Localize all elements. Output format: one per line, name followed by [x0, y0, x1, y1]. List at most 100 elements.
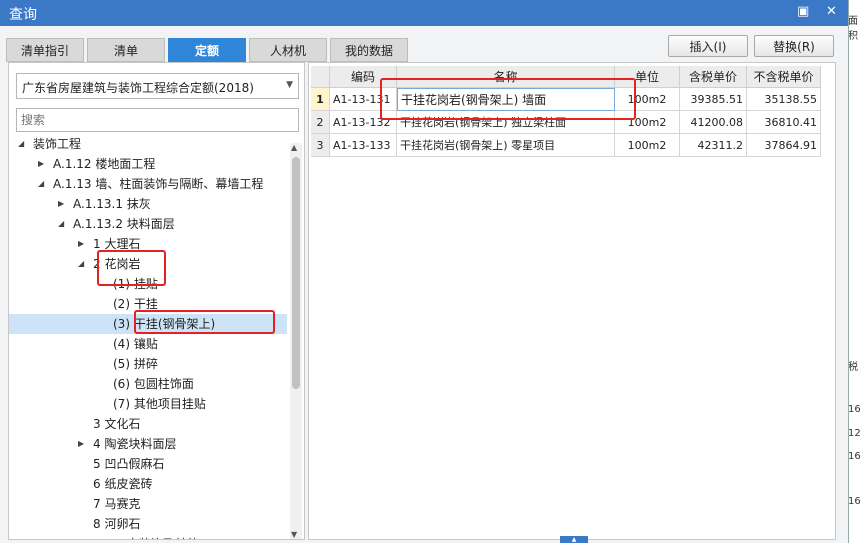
- tree-node-label: 1 大理石: [93, 237, 141, 251]
- tab-labor-material-machine[interactable]: 人材机: [249, 38, 327, 62]
- cell-price-tax[interactable]: 41200.08: [680, 111, 747, 134]
- cell-name[interactable]: 干挂花岗岩(钢骨架上) 零星项目: [397, 134, 615, 157]
- tree-node-label: 4 陶瓷块料面层: [93, 437, 177, 451]
- cell-price-notax[interactable]: 35138.55: [747, 88, 821, 111]
- tree-node-label: 7 马赛克: [93, 497, 141, 511]
- tree-node[interactable]: ◢ A.1.13 墙、柱面装饰与隔断、幕墙工程: [9, 174, 287, 194]
- tree-node-label: (1) 挂贴: [113, 277, 158, 291]
- collapse-arrow-icon[interactable]: ▶: [78, 434, 84, 454]
- tree-node-label: 装饰工程: [33, 137, 82, 151]
- tree-node[interactable]: ◢ A.1.13.2 块料面层: [9, 214, 287, 234]
- scrollbar-thumb[interactable]: [292, 157, 300, 389]
- tree-node[interactable]: ◢ A.1.13.3 木装饰及其他: [9, 534, 287, 539]
- tree-node[interactable]: ▶ A.1.12 楼地面工程: [9, 154, 287, 174]
- tree-node-label: (4) 镶贴: [113, 337, 158, 351]
- library-select[interactable]: 广东省房屋建筑与装饰工程综合定额(2018) ▼: [16, 73, 299, 99]
- tree-node-label: (6) 包圆柱饰面: [113, 377, 194, 391]
- tree-node[interactable]: 3 文化石: [9, 414, 287, 434]
- search-input[interactable]: [16, 108, 299, 132]
- expand-arrow-icon[interactable]: ◢: [78, 254, 84, 274]
- column-header-name[interactable]: 名称: [397, 66, 615, 88]
- background-col-header: 税: [848, 362, 858, 373]
- expand-arrow-icon[interactable]: ◢: [58, 214, 64, 234]
- background-cell: 16: [848, 451, 861, 462]
- collapse-arrow-icon[interactable]: ▶: [58, 194, 64, 214]
- quota-tree: ◢ 装饰工程 ▶ A.1.12 楼地面工程 ◢ A.1.13 墙、柱面装饰与隔断、幕墙工程…: [9, 134, 289, 539]
- replace-button[interactable]: 替换(R): [754, 35, 834, 57]
- tree-node[interactable]: 7 马赛克: [9, 494, 287, 514]
- cell-price-notax[interactable]: 36810.41: [747, 111, 821, 134]
- background-cell: 12: [848, 428, 861, 439]
- column-header-price-tax[interactable]: 含税单价: [680, 66, 747, 88]
- cell-name[interactable]: 干挂花岗岩(钢骨架上) 墙面: [397, 88, 615, 111]
- tree-node-label: (7) 其他项目挂贴: [113, 397, 206, 411]
- tree-node-label: (2) 干挂: [113, 297, 158, 311]
- tab-bill-guide[interactable]: 清单指引: [6, 38, 84, 62]
- row-number[interactable]: 1: [311, 88, 330, 111]
- tree-node-label: 3 文化石: [93, 417, 141, 431]
- tree-node[interactable]: ▶ 4 陶瓷块料面层: [9, 434, 287, 454]
- cell-unit[interactable]: 100m2: [615, 88, 680, 111]
- tab-my-data[interactable]: 我的数据: [330, 38, 408, 62]
- tree-node-label: 2 花岗岩: [93, 257, 141, 271]
- background-window: 面积 税 16 12 16 16: [848, 0, 864, 543]
- tab-quota[interactable]: 定额: [168, 38, 246, 62]
- tree-node[interactable]: (6) 包圆柱饰面: [9, 374, 287, 394]
- tree-node-label: (5) 拼碎: [113, 357, 158, 371]
- tree-node[interactable]: (1) 挂贴: [9, 274, 287, 294]
- tree-node-label: A.1.13.2 块料面层: [73, 217, 175, 231]
- column-header-unit[interactable]: 单位: [615, 66, 680, 88]
- tree-node[interactable]: 5 凹凸假麻石: [9, 454, 287, 474]
- column-header-code[interactable]: 编码: [330, 66, 397, 88]
- row-number[interactable]: 3: [311, 134, 330, 157]
- expand-arrow-icon[interactable]: ◢: [38, 174, 44, 194]
- cell-code[interactable]: A1-13-132: [330, 111, 397, 134]
- tree-node[interactable]: ▶ A.1.13.1 抹灰: [9, 194, 287, 214]
- tree-node[interactable]: 6 纸皮瓷砖: [9, 474, 287, 494]
- tree-node[interactable]: (4) 镶贴: [9, 334, 287, 354]
- tree-node[interactable]: 8 河卵石: [9, 514, 287, 534]
- collapse-arrow-icon[interactable]: ▶: [78, 234, 84, 254]
- title-bar: 查询 ▣ ✕: [0, 0, 848, 26]
- grid-corner: [311, 66, 330, 88]
- tree-node[interactable]: (3) 干挂(钢骨架上): [9, 314, 287, 334]
- tree-node-label: 6 纸皮瓷砖: [93, 477, 153, 491]
- maximize-icon[interactable]: ▣: [797, 4, 809, 19]
- tree-node[interactable]: ◢ 2 花岗岩: [9, 254, 287, 274]
- panel-splitter[interactable]: ▲: [560, 536, 588, 543]
- scroll-up-icon[interactable]: ▲: [291, 143, 297, 152]
- tree-node[interactable]: (5) 拼碎: [9, 354, 287, 374]
- cell-code[interactable]: A1-13-131: [330, 88, 397, 111]
- tree-node-label: 5 凹凸假麻石: [93, 457, 165, 471]
- tree-node-label: A.1.12 楼地面工程: [53, 157, 156, 171]
- tree-node-label: A.1.13.3 木装饰及其他: [73, 534, 199, 539]
- tree-node[interactable]: ▶ 1 大理石: [9, 234, 287, 254]
- tree-node[interactable]: ◢ 装饰工程: [9, 134, 287, 154]
- tree-node[interactable]: (2) 干挂: [9, 294, 287, 314]
- window-title: 查询: [9, 7, 37, 23]
- cell-unit[interactable]: 100m2: [615, 134, 680, 157]
- cell-unit[interactable]: 100m2: [615, 111, 680, 134]
- tree-node-label: (3) 干挂(钢骨架上): [113, 317, 216, 331]
- cell-price-notax[interactable]: 37864.91: [747, 134, 821, 157]
- tree-scrollbar[interactable]: ▲ ▼: [290, 143, 302, 539]
- insert-button[interactable]: 插入(I): [668, 35, 748, 57]
- column-header-price-notax[interactable]: 不含税单价: [747, 66, 821, 88]
- expand-arrow-icon[interactable]: ◢: [58, 534, 64, 539]
- cell-price-tax[interactable]: 39385.51: [680, 88, 747, 111]
- row-number[interactable]: 2: [311, 111, 330, 134]
- expand-arrow-icon[interactable]: ◢: [18, 134, 24, 154]
- cell-code[interactable]: A1-13-133: [330, 134, 397, 157]
- quota-grid: 编码 名称 单位 含税单价 不含税单价 1 A1-13-131 干挂花岗岩(钢骨…: [308, 62, 836, 540]
- cell-name[interactable]: 干挂花岗岩(钢骨架上) 独立梁柱面: [397, 111, 615, 134]
- tab-bill[interactable]: 清单: [87, 38, 165, 62]
- chevron-down-icon: ▼: [286, 80, 293, 90]
- close-icon[interactable]: ✕: [826, 4, 837, 19]
- library-select-value: 广东省房屋建筑与装饰工程综合定额(2018): [22, 81, 254, 95]
- tree-node[interactable]: (7) 其他项目挂贴: [9, 394, 287, 414]
- scroll-down-icon[interactable]: ▼: [291, 530, 297, 539]
- cell-price-tax[interactable]: 42311.2: [680, 134, 747, 157]
- collapse-arrow-icon[interactable]: ▶: [38, 154, 44, 174]
- background-header: 面积: [848, 16, 858, 42]
- background-cell: 16: [848, 404, 861, 415]
